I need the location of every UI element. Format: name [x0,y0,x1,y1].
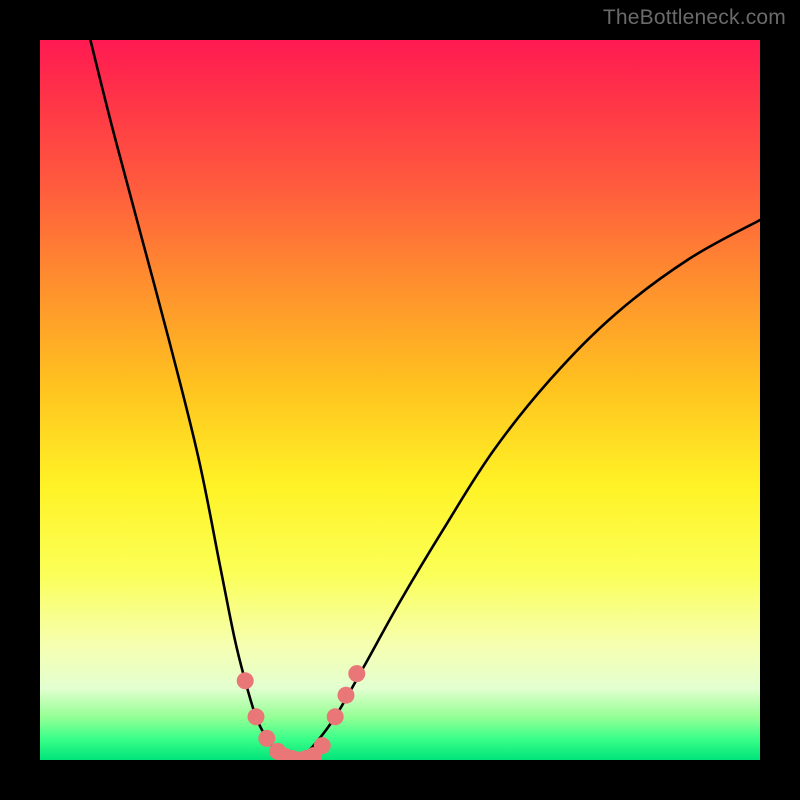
curve-right [299,220,760,760]
marker-dot [237,672,254,689]
curves-layer [40,40,760,760]
marker-dot [258,730,275,747]
marker-dot [338,687,355,704]
marker-dots [237,665,366,760]
plot-area [40,40,760,760]
marker-dot [348,665,365,682]
marker-dot [314,737,331,754]
curve-left [90,40,299,760]
marker-dot [327,708,344,725]
chart-frame: TheBottleneck.com [0,0,800,800]
watermark-text: TheBottleneck.com [603,6,786,30]
marker-dot [248,708,265,725]
